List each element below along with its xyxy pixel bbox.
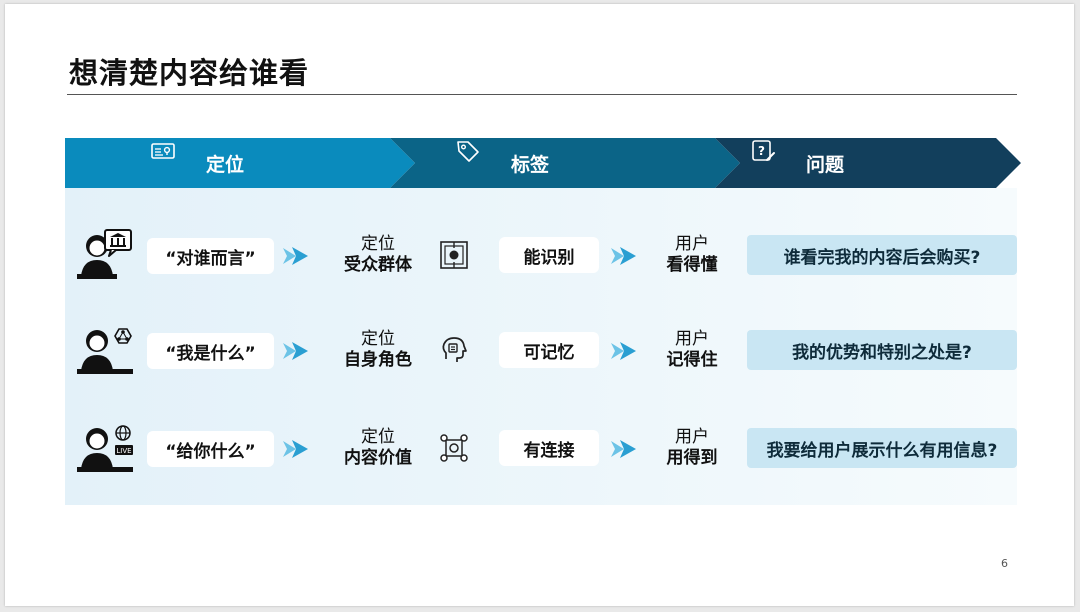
row-value: LIVE “给你什么” 定位 内容价值 有连接 用户 用得到 我要给用户展示什么…	[65, 419, 1017, 479]
user-stack: 用户 用得到	[647, 427, 737, 469]
tag-label-pill: 可记忆	[499, 332, 599, 368]
header-label: 问题	[806, 153, 845, 176]
stack-line-1: 用户	[675, 427, 709, 447]
arrow-right-icon	[611, 342, 636, 360]
stack-line-2: 用得到	[666, 448, 718, 468]
positioning-stack: 定位 内容价值	[333, 427, 423, 469]
header-item-positioning: 定位	[150, 138, 244, 188]
quote-pill: “我是什么”	[147, 333, 274, 369]
positioning-stack: 定位 受众群体	[333, 234, 423, 276]
quote-pill: “对谁而言”	[147, 238, 274, 274]
presenter-live-icon: LIVE	[77, 425, 133, 472]
head-memory-icon	[442, 337, 467, 362]
question-box: 我要给用户展示什么有用信息?	[747, 428, 1017, 468]
header-item-tags: 标签	[455, 138, 549, 188]
arrow-right-icon	[283, 342, 308, 360]
presenter-bank-icon	[77, 229, 132, 279]
stack-line-2: 内容价值	[344, 448, 412, 468]
header-item-questions: ? 问题	[750, 138, 844, 188]
header-label: 标签	[511, 153, 550, 176]
presenter-network-icon	[77, 328, 133, 374]
id-card-icon	[150, 143, 176, 176]
header-segment-second	[390, 138, 740, 188]
stack-line-2: 自身角色	[344, 350, 412, 370]
user-stack: 用户 看得懂	[647, 234, 737, 276]
stack-line-1: 定位	[361, 427, 395, 447]
row-identity: “我是什么” 定位 自身角色 可记忆 用户 记得住 我的优势和特别之处是?	[65, 321, 1017, 381]
connection-nodes-icon	[440, 434, 468, 462]
stack-line-1: 定位	[361, 234, 395, 254]
content-panel: “对谁而言” 定位 受众群体 能识别 用户 看得懂 谁看完我的内容后会购买? “…	[65, 188, 1017, 505]
header-label: 定位	[206, 153, 245, 176]
tag-label-pill: 能识别	[499, 237, 599, 273]
stack-line-2: 记得住	[666, 350, 718, 370]
target-frame-icon	[440, 241, 468, 269]
page-number: 6	[1001, 557, 1008, 570]
slide-title: 想清楚内容给谁看	[69, 56, 310, 90]
stack-line-1: 用户	[675, 234, 709, 254]
title-divider	[67, 94, 1017, 95]
question-box: 我的优势和特别之处是?	[747, 330, 1017, 370]
stack-line-1: 用户	[675, 329, 709, 349]
user-stack: 用户 记得住	[647, 329, 737, 371]
arrow-right-icon	[283, 247, 308, 265]
tag-label-pill: 有连接	[499, 430, 599, 466]
arrow-right-icon	[611, 247, 636, 265]
tag-icon	[455, 141, 481, 176]
arrow-right-icon	[611, 440, 636, 458]
header-band: 定位 标签 ? 问题	[65, 138, 1021, 188]
row-audience: “对谁而言” 定位 受众群体 能识别 用户 看得懂 谁看完我的内容后会购买?	[65, 226, 1017, 286]
svg-text:LIVE: LIVE	[116, 447, 131, 455]
question-edit-icon: ?	[750, 140, 776, 176]
stack-line-2: 受众群体	[344, 255, 412, 275]
slide: 想清楚内容给谁看 定位 标签 ? 问题 “对谁而言” 定位 受众群体 能识别 用…	[5, 4, 1074, 606]
stack-line-2: 看得懂	[666, 255, 718, 275]
quote-pill: “给你什么”	[147, 431, 274, 467]
positioning-stack: 定位 自身角色	[333, 329, 423, 371]
svg-text:?: ?	[758, 144, 765, 158]
stack-line-1: 定位	[361, 329, 395, 349]
question-box: 谁看完我的内容后会购买?	[747, 235, 1017, 275]
arrow-right-icon	[283, 440, 308, 458]
